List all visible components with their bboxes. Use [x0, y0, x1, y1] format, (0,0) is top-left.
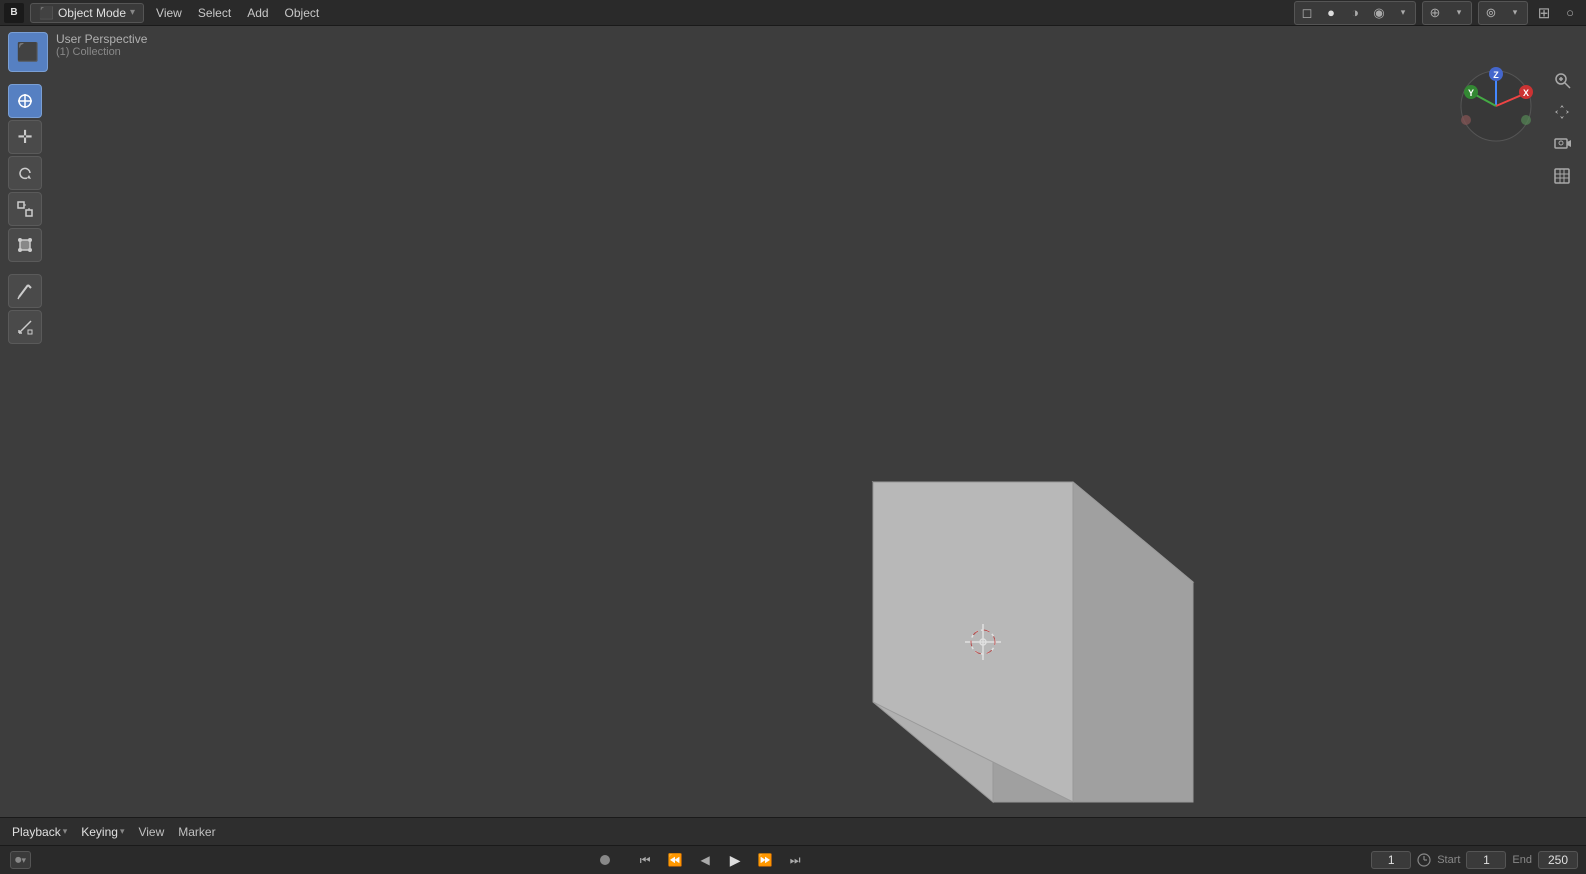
mode-icon: ⬛: [39, 6, 54, 20]
record-indicator: [600, 855, 610, 865]
menu-view[interactable]: View: [148, 4, 190, 22]
wireframe-btn[interactable]: ◻: [1295, 2, 1319, 24]
playback-chevron: ▾: [63, 826, 68, 837]
marker-menu[interactable]: Marker: [174, 823, 219, 841]
rendered-btn[interactable]: ◉: [1367, 2, 1391, 24]
viewport-title: User Perspective: [56, 32, 147, 46]
gizmo-chevron[interactable]: ▾: [1503, 2, 1527, 24]
overlay-group: ⊕ ▾: [1422, 1, 1472, 25]
start-label: Start: [1437, 854, 1460, 866]
overlay-chevron[interactable]: ▾: [1447, 2, 1471, 24]
keying-chevron: ▾: [120, 826, 125, 837]
timeline-bar: Playback ▾ Keying ▾ View Marker: [0, 818, 1586, 846]
mode-label: Object Mode: [58, 6, 126, 20]
gizmo-btn[interactable]: ⊚: [1479, 2, 1503, 24]
frame-info: Start End: [1371, 851, 1578, 869]
start-frame-input[interactable]: [1466, 851, 1506, 869]
rotate-tool-btn[interactable]: [8, 156, 42, 190]
material-btn[interactable]: ◑: [1343, 2, 1367, 24]
axis-gizmo[interactable]: Z X Y: [1456, 66, 1536, 146]
view-menu[interactable]: View: [134, 823, 168, 841]
cursor-tool-btn[interactable]: [8, 84, 42, 118]
keying-menu[interactable]: Keying ▾: [77, 823, 128, 841]
play-forward-btn[interactable]: ▶: [724, 849, 746, 871]
view-grid-btn[interactable]: [1548, 162, 1576, 190]
mode-selector[interactable]: ⬛ Object Mode ▾: [30, 3, 144, 23]
left-toolbar: ✛: [8, 84, 42, 344]
jump-end-btn[interactable]: ⏭: [784, 849, 806, 871]
zoom-in-btn[interactable]: [1548, 66, 1576, 94]
measure-tool-btn[interactable]: [8, 310, 42, 344]
header-right-controls: ◻ ● ◑ ◉ ▾ ⊕ ▾ ⊚ ▾ ⊞ ○: [1292, 1, 1582, 25]
svg-text:X: X: [1523, 88, 1529, 98]
clock-icon-group: [1417, 853, 1431, 867]
current-frame-input[interactable]: [1371, 851, 1411, 869]
step-back-btn[interactable]: ⏪: [664, 849, 686, 871]
menu-object[interactable]: Object: [277, 4, 328, 22]
app-logo: B: [4, 3, 24, 23]
move-tool-btn[interactable]: ✛: [8, 120, 42, 154]
toolbar-separator-1: [8, 264, 42, 272]
solid-btn[interactable]: ●: [1319, 2, 1343, 24]
svg-text:Y: Y: [1468, 88, 1474, 98]
pan-btn[interactable]: [1548, 98, 1576, 126]
end-label: End: [1512, 854, 1532, 866]
keying-label: Keying: [81, 825, 118, 839]
camera-view-btn[interactable]: [1548, 130, 1576, 158]
menu-add[interactable]: Add: [239, 4, 276, 22]
gizmo-group: ⊚ ▾: [1478, 1, 1528, 25]
engine-selector[interactable]: ⏺ ▾: [10, 851, 31, 869]
transform-tool-btn[interactable]: [8, 228, 42, 262]
menu-select[interactable]: Select: [190, 4, 239, 22]
right-toolbar: [1548, 66, 1576, 190]
viewport-shading-group: ◻ ● ◑ ◉ ▾: [1294, 1, 1416, 25]
proportional-btn[interactable]: ○: [1558, 2, 1582, 24]
top-menubar: B ⬛ Object Mode ▾ View Select Add Object…: [0, 0, 1586, 26]
annotate-tool-btn[interactable]: [8, 274, 42, 308]
engine-chevron: ▾: [22, 855, 27, 866]
shading-chevron[interactable]: ▾: [1391, 2, 1415, 24]
bottom-bar: Playback ▾ Keying ▾ View Marker ⏺ ▾ ⏮ ⏪ …: [0, 817, 1586, 873]
playback-controls-bar: ⏺ ▾ ⏮ ⏪ ◀ ▶ ⏩ ⏭ Start End: [0, 846, 1586, 874]
viewport-info: User Perspective (1) Collection: [56, 32, 147, 58]
snap-btn[interactable]: ⊞: [1532, 2, 1556, 24]
playback-menu[interactable]: Playback ▾: [8, 823, 71, 841]
viewport-3d[interactable]: User Perspective (1) Collection ⬛ ✛: [0, 26, 1586, 817]
mode-chevron: ▾: [130, 7, 135, 18]
play-back-btn[interactable]: ◀: [694, 849, 716, 871]
scale-tool-btn[interactable]: [8, 192, 42, 226]
jump-start-btn[interactable]: ⏮: [634, 849, 656, 871]
end-frame-input[interactable]: [1538, 851, 1578, 869]
viewport-mode-btn[interactable]: ⬛: [8, 32, 48, 72]
viewport-subtitle: (1) Collection: [56, 46, 147, 58]
clock-icon: [1417, 853, 1431, 867]
step-forward-btn[interactable]: ⏩: [754, 849, 776, 871]
playback-label: Playback: [12, 825, 61, 839]
overlay-btn[interactable]: ⊕: [1423, 2, 1447, 24]
svg-text:Z: Z: [1493, 70, 1499, 80]
